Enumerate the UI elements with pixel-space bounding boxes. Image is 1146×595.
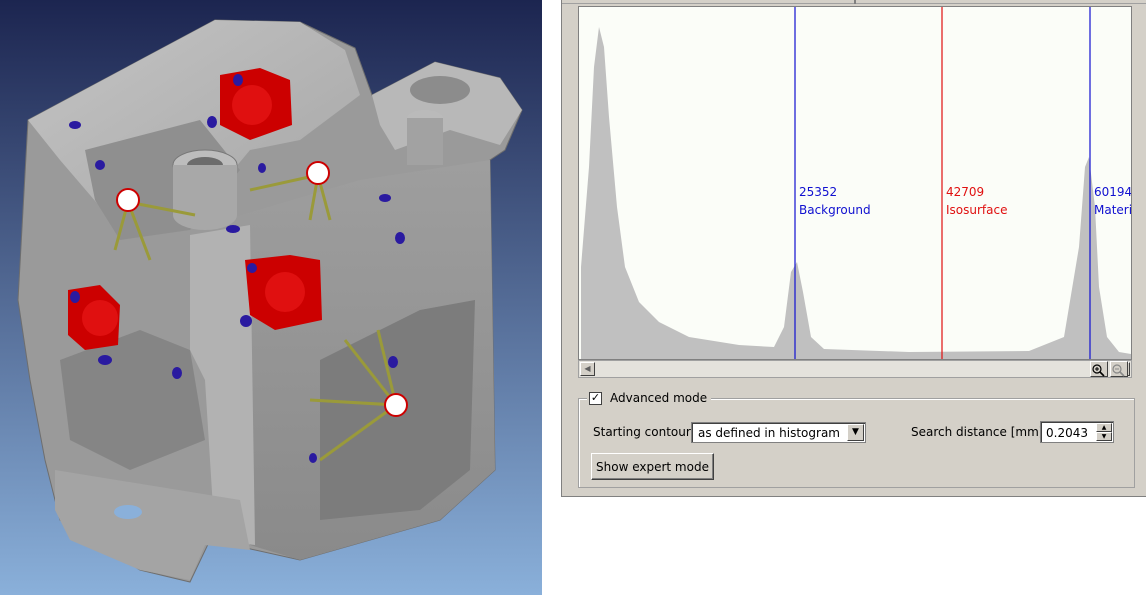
histogram-view[interactable]: 25352 Background 42709 Isosurface 60194 Mater…: [578, 6, 1132, 360]
zoom-in-button[interactable]: [1090, 361, 1108, 377]
zoom-out-icon: [1112, 364, 1125, 377]
marker-name-isosurface: Isosurface: [946, 203, 1008, 217]
search-distance-field[interactable]: 0.2043 ▲ ▼: [1040, 421, 1114, 443]
histogram-plot[interactable]: [579, 7, 1131, 359]
dialog-top-border: [562, 0, 1146, 4]
3d-scene[interactable]: [0, 0, 542, 595]
3d-viewport[interactable]: [0, 0, 542, 595]
spin-down-icon[interactable]: ▼: [1096, 432, 1112, 441]
advanced-mode-label: Advanced mode: [610, 391, 708, 405]
starting-contour-value: as defined in histogram: [698, 426, 840, 440]
starting-contour-select[interactable]: as defined in histogram ▼: [691, 422, 866, 443]
starting-contour-label: Starting contour: [593, 425, 691, 439]
search-distance-value[interactable]: 0.2043: [1046, 426, 1088, 440]
advanced-mode-checkbox-row[interactable]: ✓ Advanced mode: [587, 390, 712, 406]
show-expert-mode-button[interactable]: Show expert mode: [591, 453, 714, 480]
zoom-out-button[interactable]: [1110, 361, 1128, 377]
marker-value-isosurface: 42709: [946, 185, 985, 199]
isosurface-dialog: 25352 Background 42709 Isosurface 60194 Mater…: [561, 0, 1146, 497]
search-distance-label: Search distance [mm]: [911, 425, 1044, 439]
cast-part: [17, 19, 523, 583]
spin-up-icon[interactable]: ▲: [1096, 423, 1112, 432]
histogram-area: [581, 27, 1131, 359]
histogram-scrollbar[interactable]: ◀ ▶: [578, 360, 1132, 378]
advanced-mode-checkbox[interactable]: ✓: [589, 391, 602, 405]
search-distance-spinner[interactable]: ▲ ▼: [1096, 423, 1112, 441]
marker-name-background: Background: [799, 203, 871, 217]
marker-value-background: 25352: [799, 185, 838, 199]
scroll-left-button[interactable]: ◀: [580, 362, 595, 376]
marker-name-material: Material: [1094, 203, 1132, 217]
marker-value-material: 60194: [1094, 185, 1132, 199]
chevron-down-icon[interactable]: ▼: [847, 424, 864, 441]
zoom-in-icon: [1092, 364, 1105, 377]
